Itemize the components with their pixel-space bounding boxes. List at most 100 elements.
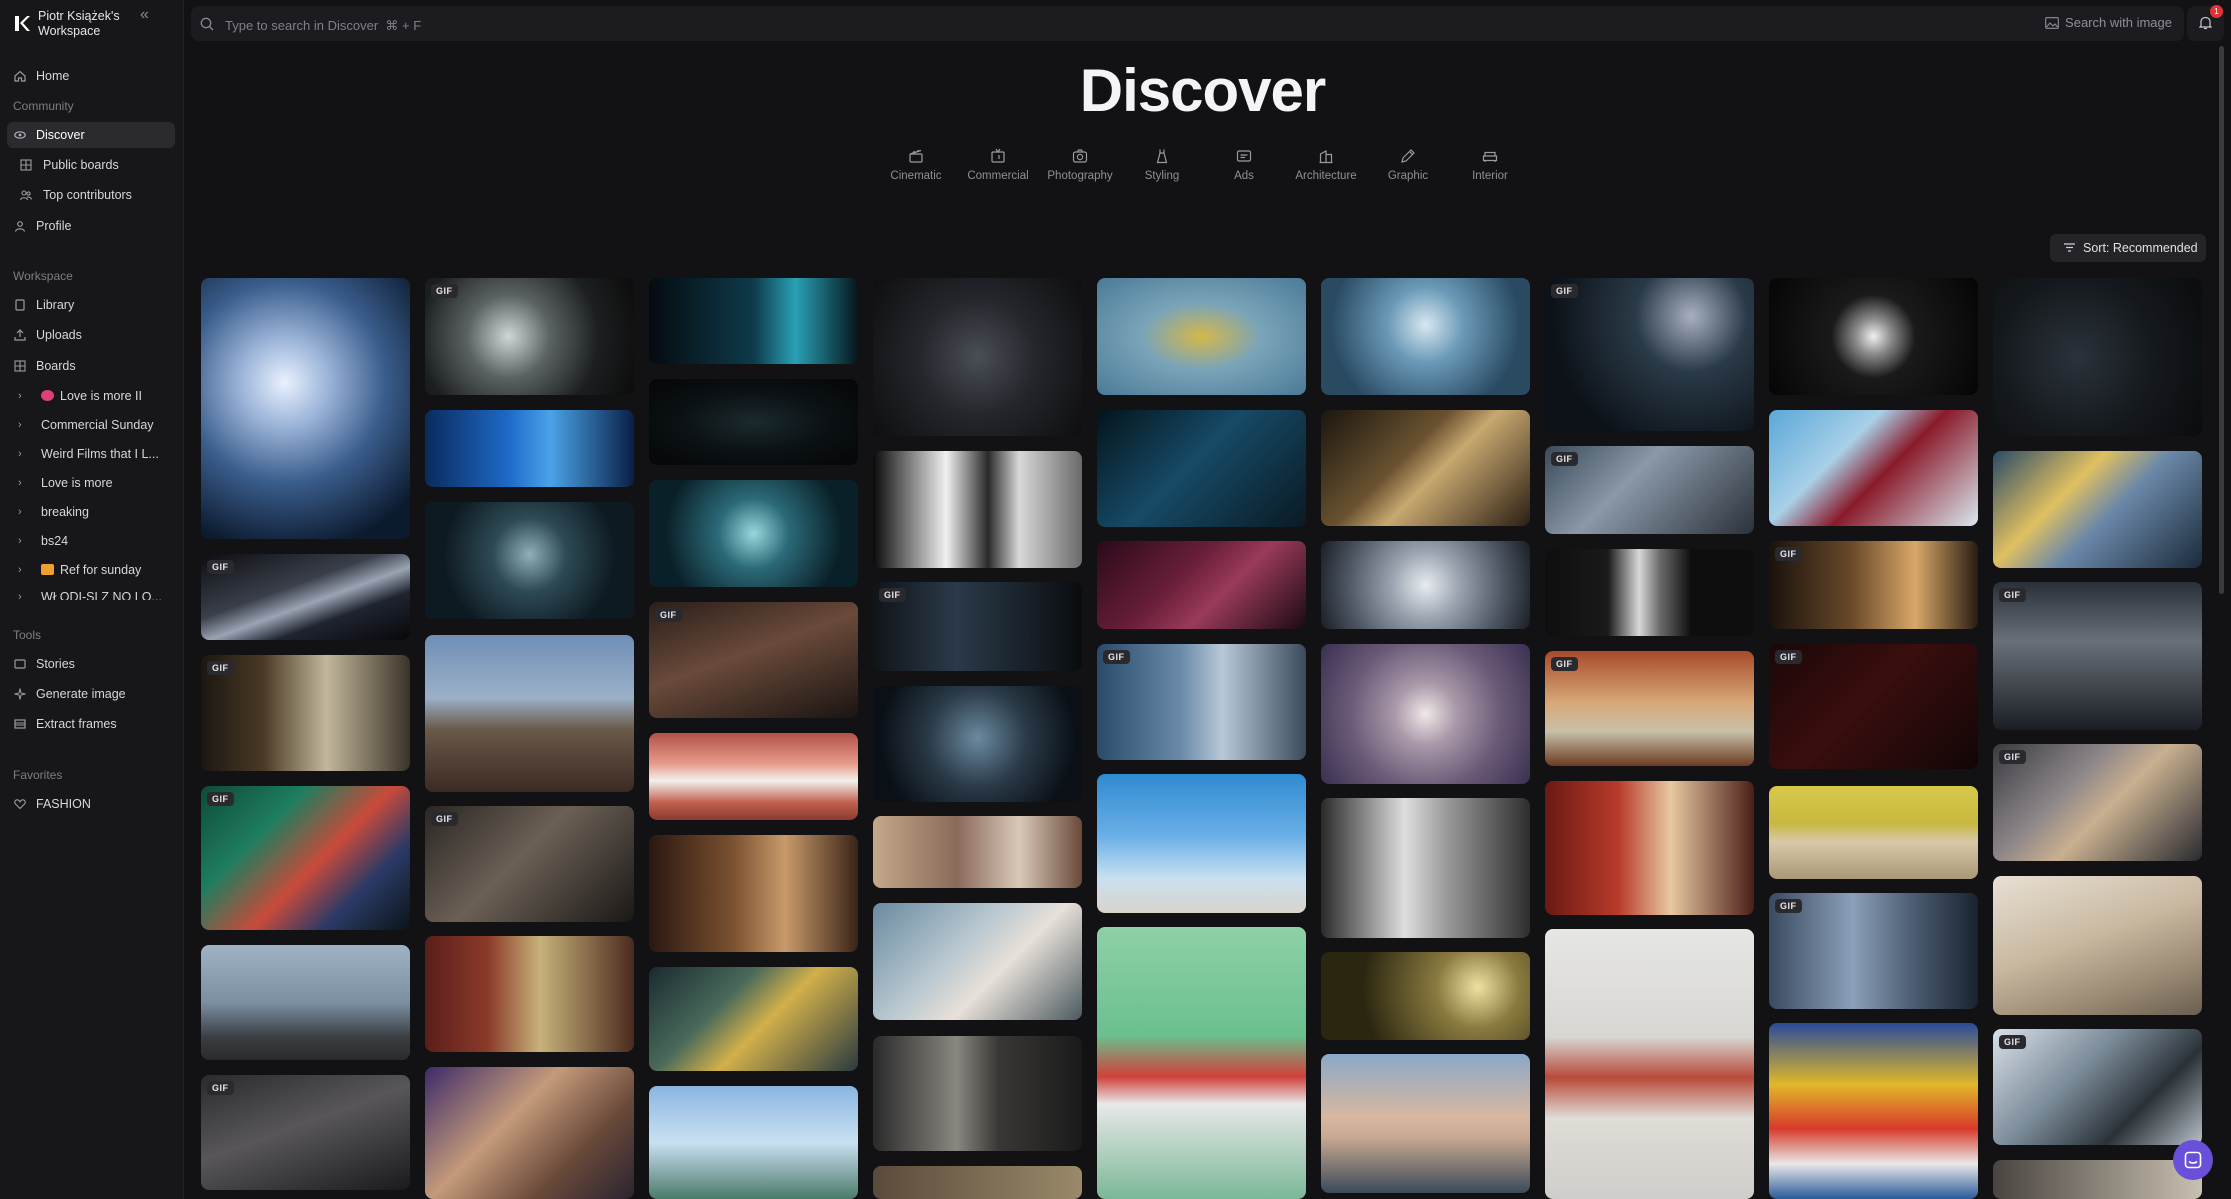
media-tile[interactable]: GIF	[1993, 744, 2202, 861]
nav-fashion[interactable]: FASHION	[7, 791, 175, 817]
category-cinematic[interactable]: Cinematic	[876, 148, 956, 182]
media-tile[interactable]: GIF	[649, 602, 858, 718]
board-item[interactable]: › WŁODI-SLZ NO LO...	[7, 584, 175, 600]
nav-top-contributors-label: Top contributors	[43, 188, 132, 202]
media-tile[interactable]	[425, 502, 634, 619]
media-tile[interactable]	[1321, 1054, 1530, 1193]
media-tile[interactable]	[1097, 541, 1306, 629]
media-tile[interactable]	[873, 903, 1082, 1020]
building-icon	[1319, 149, 1333, 164]
notifications-button[interactable]: 1	[2187, 5, 2224, 41]
media-tile[interactable]: GIF	[1993, 1029, 2202, 1145]
media-tile[interactable]	[1545, 929, 1754, 1199]
board-item[interactable]: › Weird Films that I L...	[7, 441, 175, 467]
media-tile[interactable]	[1321, 798, 1530, 938]
media-tile[interactable]: GIF	[201, 554, 410, 640]
media-tile[interactable]	[1545, 781, 1754, 915]
media-tile[interactable]	[1321, 952, 1530, 1040]
media-tile[interactable]	[1097, 410, 1306, 527]
media-tile[interactable]: GIF	[873, 582, 1082, 671]
scrollbar[interactable]	[2219, 46, 2224, 594]
nav-library[interactable]: Library	[7, 292, 175, 318]
nav-discover[interactable]: Discover	[7, 122, 175, 148]
nav-generate-image[interactable]: Generate image	[7, 681, 175, 707]
media-tile[interactable]	[1097, 774, 1306, 913]
category-graphic[interactable]: Graphic	[1368, 148, 1448, 182]
category-styling[interactable]: Styling	[1122, 148, 1202, 182]
sort-button[interactable]: Sort: Recommended	[2050, 234, 2206, 262]
media-tile[interactable]	[1321, 644, 1530, 784]
search-with-image-button[interactable]: Search with image	[2045, 15, 2172, 30]
media-tile[interactable]: GIF	[1545, 446, 1754, 534]
media-tile[interactable]	[1769, 410, 1978, 526]
media-tile[interactable]: GIF	[201, 1075, 410, 1190]
media-tile[interactable]	[649, 480, 858, 587]
media-tile[interactable]	[873, 1166, 1082, 1199]
nav-public-boards[interactable]: Public boards	[7, 152, 175, 178]
nav-profile[interactable]: Profile	[7, 213, 175, 239]
nav-extract-frames[interactable]: Extract frames	[7, 711, 175, 737]
category-ads[interactable]: Ads	[1204, 148, 1284, 182]
media-tile[interactable]	[1321, 410, 1530, 526]
category-architecture[interactable]: Architecture	[1286, 148, 1366, 182]
board-item[interactable]: › Commercial Sunday	[7, 412, 175, 438]
media-tile[interactable]	[425, 635, 634, 792]
media-tile[interactable]	[649, 1086, 858, 1199]
category-photography[interactable]: Photography	[1040, 148, 1120, 182]
board-item[interactable]: › Love is more II	[7, 383, 175, 409]
media-tile[interactable]	[649, 967, 858, 1071]
media-tile[interactable]	[1993, 451, 2202, 568]
media-tile[interactable]	[649, 733, 858, 820]
media-tile[interactable]	[1769, 1023, 1978, 1199]
nav-home[interactable]: Home	[7, 63, 175, 89]
nav-stories[interactable]: Stories	[7, 651, 175, 677]
collapse-sidebar-icon[interactable]: «	[140, 6, 149, 24]
board-item[interactable]: › Love is more	[7, 470, 175, 496]
media-tile[interactable]	[649, 835, 858, 952]
media-tile[interactable]	[873, 1036, 1082, 1151]
board-item[interactable]: › bs24	[7, 528, 175, 554]
media-tile[interactable]	[1993, 278, 2202, 436]
nav-uploads[interactable]: Uploads	[7, 322, 175, 348]
media-tile[interactable]: GIF	[201, 786, 410, 930]
category-interior[interactable]: Interior	[1450, 148, 1530, 182]
chat-support-button[interactable]	[2173, 1140, 2213, 1180]
media-tile[interactable]	[873, 686, 1082, 802]
media-tile[interactable]	[1769, 786, 1978, 879]
media-tile[interactable]	[873, 816, 1082, 888]
media-tile[interactable]: GIF	[1545, 651, 1754, 766]
media-tile[interactable]: GIF	[1097, 644, 1306, 760]
category-commercial[interactable]: Commercial	[958, 148, 1038, 182]
media-tile[interactable]: GIF	[1769, 893, 1978, 1009]
media-tile[interactable]	[1769, 278, 1978, 395]
nav-top-contributors[interactable]: Top contributors	[7, 182, 175, 208]
media-tile[interactable]	[873, 278, 1082, 436]
media-tile[interactable]: GIF	[425, 278, 634, 395]
board-item[interactable]: › breaking	[7, 499, 175, 525]
media-tile[interactable]	[425, 410, 634, 487]
media-tile[interactable]: GIF	[201, 655, 410, 771]
media-tile[interactable]: GIF	[425, 806, 634, 922]
media-tile[interactable]: GIF	[1545, 278, 1754, 431]
media-tile[interactable]	[1321, 541, 1530, 629]
media-tile[interactable]	[1545, 549, 1754, 636]
search-bar: Search with image	[191, 6, 2184, 41]
media-tile[interactable]	[649, 379, 858, 465]
search-input[interactable]	[223, 13, 927, 37]
nav-boards[interactable]: Boards	[7, 353, 175, 379]
media-tile[interactable]	[1993, 1160, 2202, 1199]
media-tile[interactable]	[425, 1067, 634, 1199]
media-tile[interactable]	[425, 936, 634, 1052]
media-tile[interactable]	[1097, 927, 1306, 1199]
media-tile[interactable]: GIF	[1769, 644, 1978, 769]
media-tile[interactable]	[1321, 278, 1530, 395]
media-tile[interactable]	[201, 278, 410, 539]
media-tile[interactable]: GIF	[1769, 541, 1978, 629]
media-tile[interactable]: GIF	[1993, 582, 2202, 730]
board-item[interactable]: › Ref for sunday	[7, 557, 175, 583]
media-tile[interactable]	[1993, 876, 2202, 1015]
media-tile[interactable]	[649, 278, 858, 364]
media-tile[interactable]	[873, 451, 1082, 568]
media-tile[interactable]	[1097, 278, 1306, 395]
media-tile[interactable]	[201, 945, 410, 1060]
